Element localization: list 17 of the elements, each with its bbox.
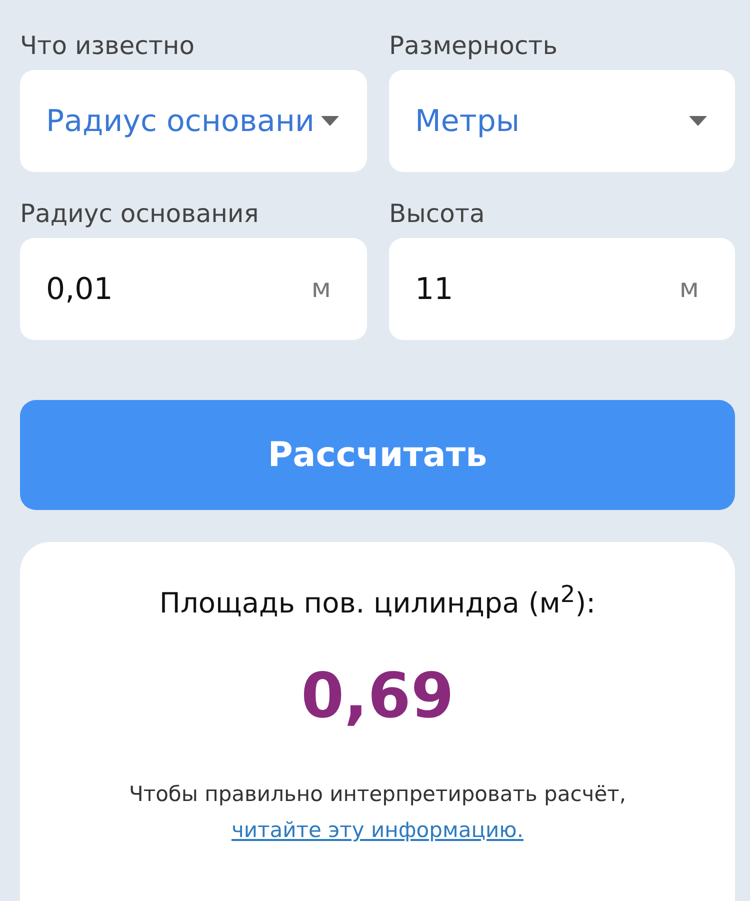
dropdown[interactable]: Радиус основани [20, 70, 367, 172]
info-link[interactable]: читайте эту информацию. [231, 818, 524, 842]
field-label: Что известно [20, 30, 195, 62]
field-label: Высота [389, 198, 485, 230]
input-field[interactable]: 11 м [389, 238, 735, 340]
caret-icon [689, 116, 707, 126]
result-title: Площадь пов. цилиндра (м$^{2}$): [159, 580, 596, 620]
note-text: Чтобы правильно интерпретировать расчёт, [128, 782, 626, 806]
dropdown[interactable]: Метры [389, 70, 735, 172]
unit-label: м [311, 274, 331, 304]
unit-label: м [679, 274, 699, 304]
calculate-button[interactable]: Рассчитать [20, 400, 735, 510]
caret-icon [321, 116, 339, 126]
input-field[interactable]: 0,01 м [20, 238, 367, 340]
result-value: 0,69 [301, 659, 454, 732]
field-label: Размерность [389, 30, 558, 62]
field-label: Радиус основания [20, 198, 259, 230]
